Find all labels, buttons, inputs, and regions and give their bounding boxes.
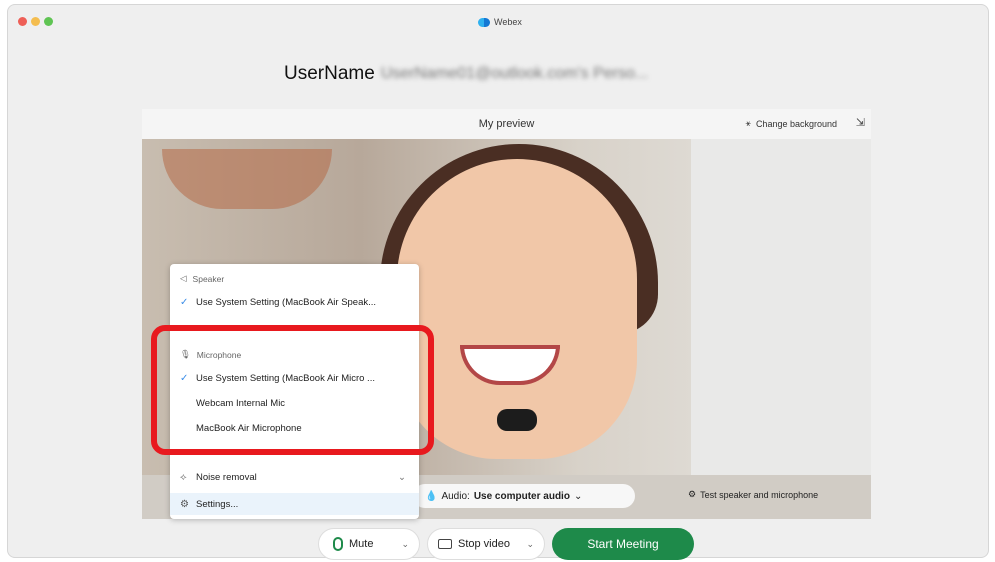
- chevron-down-icon: ⌄: [398, 472, 406, 483]
- speaker-option-label: Use System Setting (MacBook Air Speak...: [196, 297, 377, 308]
- speaker-option-system[interactable]: ✓ Use System Setting (MacBook Air Speak.…: [180, 297, 412, 308]
- test-speaker-mic-button[interactable]: ⚙ Test speaker and microphone: [688, 489, 818, 500]
- chevron-down-icon[interactable]: ⌄: [526, 539, 534, 550]
- preview-header: My preview ⚹ Change background ⇲: [142, 109, 871, 139]
- test-label: Test speaker and microphone: [700, 489, 819, 500]
- webex-logo-icon: [478, 17, 490, 27]
- audio-settings-item[interactable]: ⚙ Settings...: [170, 493, 419, 515]
- meeting-title: UserName UserName01@outlook.com's Perso.…: [284, 63, 648, 85]
- settings-label: Settings...: [196, 498, 239, 510]
- audio-label: Audio:: [441, 490, 470, 502]
- title-bar: Webex: [8, 5, 988, 35]
- app-title-text: Webex: [494, 17, 522, 27]
- background-icon: ⚹: [745, 118, 751, 128]
- mute-label: Mute: [349, 538, 374, 550]
- audio-connection-select[interactable]: 💧 Audio: Use computer audio ⌄: [413, 484, 635, 508]
- meeting-controls: Mute ⌄ Stop video ⌄ Start Meeting: [0, 524, 995, 562]
- app-title: Webex: [478, 17, 522, 27]
- noise-removal-item[interactable]: ⟡ Noise removal ⌄: [180, 472, 412, 483]
- noise-removal-icon: ⟡: [180, 472, 187, 483]
- stop-video-label: Stop video: [458, 538, 510, 550]
- layout-toggle-icon[interactable]: ⇲: [856, 116, 865, 129]
- minimize-window-button[interactable]: [31, 17, 40, 26]
- background-lamp: [162, 149, 332, 209]
- stop-video-button[interactable]: Stop video ⌄: [427, 528, 545, 560]
- camera-icon: [438, 539, 452, 549]
- start-meeting-button[interactable]: Start Meeting: [552, 528, 694, 560]
- background-wall: [691, 139, 871, 475]
- meeting-title-blurred: UserName01@outlook.com's Perso...: [380, 65, 649, 82]
- audio-icon: 💧: [425, 490, 438, 502]
- maximize-window-button[interactable]: [44, 17, 53, 26]
- app-window: Webex UserName UserName01@outlook.com's …: [7, 4, 989, 558]
- gear-icon: ⚙: [688, 489, 697, 499]
- chevron-down-icon: ⌄: [573, 490, 583, 502]
- chevron-down-icon[interactable]: ⌄: [401, 539, 409, 550]
- close-window-button[interactable]: [18, 17, 27, 26]
- speaker-section-label: Speaker: [192, 273, 225, 284]
- change-background-button[interactable]: ⚹ Change background: [746, 118, 837, 129]
- mute-button[interactable]: Mute ⌄: [318, 528, 420, 560]
- meeting-title-name: UserName: [284, 63, 375, 84]
- speaker-icon: ◁: [180, 273, 187, 283]
- microphone-highlight-box: [151, 325, 434, 455]
- microphone-icon: [333, 537, 343, 551]
- gear-icon: ⚙: [180, 498, 189, 510]
- audio-value: Use computer audio: [473, 490, 570, 502]
- change-background-label: Change background: [755, 118, 837, 129]
- noise-removal-label: Noise removal: [196, 472, 257, 483]
- check-icon: ✓: [180, 297, 189, 308]
- speaker-section-header: ◁ Speaker: [180, 273, 224, 284]
- headset-mic: [497, 409, 537, 431]
